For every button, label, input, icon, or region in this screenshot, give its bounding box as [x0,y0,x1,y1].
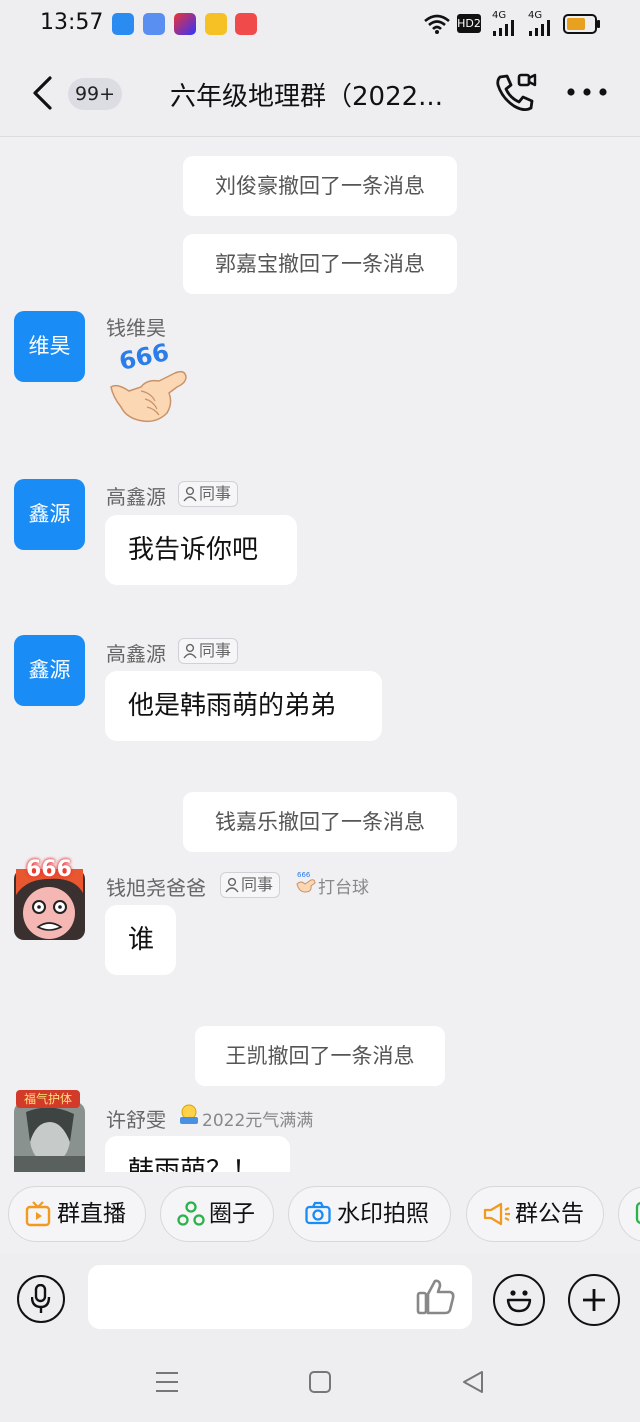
play-app-icon [235,13,257,35]
sender-name: 钱维昊 [106,316,166,340]
smiley-icon [506,1290,532,1313]
photo-avatar [14,1102,85,1172]
microphone-icon [31,1284,51,1313]
person-icon [183,643,197,659]
group-title[interactable]: 六年级地理群（2022... [170,76,443,113]
system-message-recall: 钱嘉乐撤回了一条消息 [183,792,457,852]
quick-actions-bar: 群直播 圈子 水印拍照 群公告 [0,1178,640,1254]
menu-icon[interactable] [155,1371,179,1393]
watermark-camera-label: 水印拍照 [337,1201,429,1227]
plus-icon [583,1289,605,1311]
svg-text:666: 666 [297,871,311,879]
avatar[interactable]: 666 [14,857,85,940]
person-icon [183,486,197,502]
avatar[interactable]: 鑫源 [14,635,85,706]
sender-name: 高鑫源 [106,485,166,509]
shaka-hand-icon [110,370,187,423]
message-input[interactable] [88,1265,472,1329]
circle-label: 圈子 [209,1201,255,1227]
thumbs-up-icon[interactable] [416,1278,456,1316]
emoji-button[interactable] [493,1274,545,1326]
message-bubble[interactable]: 我告诉你吧 [105,515,297,585]
signal-icon-1 [493,20,514,36]
plus-button[interactable] [568,1274,620,1326]
avatar[interactable]: 福气护体 [8,1086,88,1172]
back-arrow-icon[interactable] [30,76,54,110]
member-role-label: 同事 [199,484,232,503]
back-nav-icon[interactable] [461,1370,485,1394]
group-live-button[interactable]: 群直播 [8,1186,146,1242]
app-notification-icon [112,13,134,35]
megaphone-icon [483,1202,510,1226]
member-role-label: 同事 [241,875,274,894]
member-role-tag: 同事 [178,481,239,507]
member-title-icon: 666 [296,871,316,893]
group-live-label: 群直播 [57,1201,126,1227]
chat-notification-icon [143,13,165,35]
circles-icon [177,1201,205,1226]
member-title-icon [180,1104,198,1124]
member-title: 打台球 [318,878,369,898]
voice-button[interactable] [17,1275,65,1323]
message-bubble[interactable]: 谁 [105,905,176,975]
call-icon[interactable] [494,72,538,114]
more-quick-action-button[interactable] [618,1186,640,1242]
avatar[interactable]: 维昊 [14,311,85,382]
circle-button[interactable]: 圈子 [160,1186,274,1242]
avatar-badge-text: 666 [26,857,72,882]
member-role-tag: 同事 [178,638,239,664]
avatar[interactable]: 鑫源 [14,479,85,550]
battery-icon [563,14,600,34]
video-app-icon [174,13,196,35]
shop-app-icon [205,13,227,35]
more-options-icon[interactable] [566,85,608,99]
sticker-666-hand[interactable]: 666 [105,338,189,427]
person-icon [225,877,239,893]
message-bubble[interactable]: 他是韩雨萌的弟弟 [105,671,382,741]
member-title: 2022元气满满 [202,1111,314,1131]
group-announcement-label: 群公告 [515,1201,584,1227]
input-bar [0,1254,640,1344]
signal-icon-2 [529,20,550,36]
tv-icon [25,1201,51,1227]
sender-name: 高鑫源 [106,642,166,666]
message-clip: 韩雨萌？！ [105,1136,305,1172]
system-message-recall: 王凯撤回了一条消息 [195,1026,445,1086]
message-bubble[interactable]: 韩雨萌？！ [105,1136,290,1172]
home-icon[interactable] [308,1370,332,1394]
sender-name: 钱旭尧爸爸 [106,876,206,900]
unread-count-badge[interactable]: 99+ [68,78,122,110]
member-role-label: 同事 [199,641,232,660]
avatar-banner: 福气护体 [16,1090,80,1108]
hd-icon: HD2 [457,14,481,33]
member-role-tag: 同事 [220,872,281,898]
partial-icon [635,1201,640,1225]
camera-icon [305,1201,331,1225]
status-time: 13:57 [40,10,104,35]
wifi-icon [424,14,450,34]
sender-name: 许舒雯 [106,1108,166,1132]
system-nav-bar [0,1344,640,1422]
watermark-camera-button[interactable]: 水印拍照 [288,1186,451,1242]
group-announcement-button[interactable]: 群公告 [466,1186,604,1242]
status-bar: 13:57 HD2 4G 4G [0,0,640,50]
system-message-recall: 刘俊豪撤回了一条消息 [183,156,457,216]
system-message-recall: 郭嘉宝撤回了一条消息 [183,234,457,294]
